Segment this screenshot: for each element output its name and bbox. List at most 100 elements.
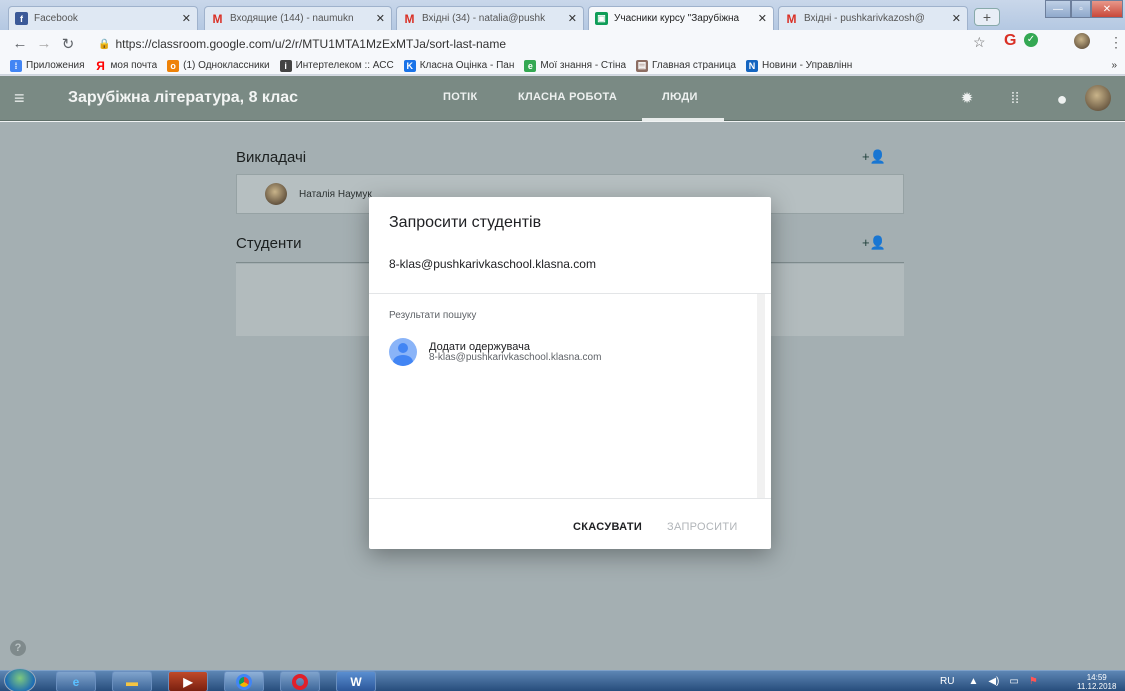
media-player-icon[interactable]: ▶ <box>168 671 208 691</box>
tab-inbox-3[interactable]: M Вхідні - pushkarivkazosh@ ✕ <box>778 6 968 30</box>
invite-email-input[interactable]: 8-klas@pushkarivkaschool.klasna.com <box>389 257 596 271</box>
ie-icon[interactable]: e <box>56 671 96 691</box>
language-indicator[interactable]: RU <box>940 676 954 687</box>
user-avatar[interactable] <box>1085 85 1111 111</box>
network-icon[interactable]: ▭ <box>1009 676 1018 687</box>
windows-taskbar: e ▬ ▶ W RU ▲ ◀) ▭ ⚑ 14:59 11.12.2018 <box>0 668 1125 691</box>
bookmark-moi-znannya[interactable]: e Мої знання - Стіна <box>524 59 627 72</box>
bookmark-apps[interactable]: ⁞ Приложения <box>10 59 85 72</box>
results-scrollbar[interactable] <box>757 294 765 498</box>
invite-students-dialog: Запросити студентів 8-klas@pushkarivkasc… <box>369 197 771 549</box>
recipient-name: Додати одержувача <box>429 340 530 353</box>
tab-classroom-members[interactable]: ▣ Учасники курсу "Зарубіжна ✕ <box>588 6 774 30</box>
course-title[interactable]: Зарубіжна література, 8 клас <box>68 89 298 107</box>
close-tab-icon[interactable]: ✕ <box>182 12 191 25</box>
cancel-button[interactable]: СКАСУВАТИ <box>573 521 642 533</box>
bookmark-news[interactable]: N Новини - Управлінн <box>746 59 853 72</box>
close-tab-icon[interactable]: ✕ <box>568 12 577 25</box>
system-tray: RU ▲ ◀) ▭ ⚑ <box>940 671 1038 691</box>
bookmark-label: моя почта <box>110 60 158 71</box>
students-heading: Студенти <box>236 235 302 252</box>
bookmark-yandex[interactable]: Ямоя почта <box>95 60 158 72</box>
tray-expand-icon[interactable]: ▲ <box>968 676 978 687</box>
tab-people[interactable]: ЛЮДИ <box>662 91 698 103</box>
address-bar[interactable]: 🔒 https://classroom.google.com/u/2/r/MTU… <box>98 34 1008 54</box>
tab-facebook[interactable]: f Facebook ✕ <box>8 6 198 30</box>
tab-inbox-1[interactable]: M Входящие (144) - naumukn ✕ <box>204 6 392 30</box>
recipient-email: 8-klas@pushkarivkaschool.klasna.com <box>429 351 602 363</box>
dialog-title: Запросити студентів <box>389 214 542 231</box>
bookmark-star-icon[interactable]: ☆ <box>973 34 986 51</box>
bookmark-label: Новини - Управлінн <box>762 60 853 71</box>
facebook-icon: f <box>15 12 28 25</box>
maximize-button[interactable]: ▫ <box>1071 0 1091 18</box>
apps-grid-icon: ⁞ <box>10 59 22 72</box>
close-window-button[interactable]: ✕ <box>1091 0 1123 18</box>
tab-title: Вхідні (34) - natalia@pushk <box>422 13 546 24</box>
bookmark-intertelecom[interactable]: i Интертелеком :: АСС <box>279 59 394 72</box>
reload-icon[interactable]: ↻ <box>56 35 80 53</box>
bookmark-label: Главная страница <box>652 60 736 71</box>
bookmark-label: (1) Одноклассники <box>183 60 270 71</box>
action-center-flag-icon[interactable]: ⚑ <box>1029 676 1038 687</box>
start-button[interactable] <box>4 668 36 691</box>
moi-znannya-icon: e <box>524 59 537 72</box>
odnoklassniki-icon: o <box>167 59 180 72</box>
browser-menu-icon[interactable]: ⋮ <box>1109 34 1123 51</box>
account-circle-icon[interactable]: ● <box>1051 88 1073 110</box>
close-tab-icon[interactable]: ✕ <box>952 12 961 25</box>
add-recipient-option[interactable]: Додати одержувача 8-klas@pushkarivkascho… <box>389 336 749 368</box>
bookmarks-overflow-icon[interactable]: » <box>1111 60 1117 71</box>
bookmark-label: Мої знання - Стіна <box>540 60 627 71</box>
clock-date: 11.12.2018 <box>1077 682 1117 691</box>
word-icon[interactable]: W <box>336 671 376 691</box>
bookmark-label: Интертелеком :: АСС <box>295 60 394 71</box>
active-tab-indicator <box>642 118 724 121</box>
teacher-name: Наталія Наумук <box>299 188 372 200</box>
app-header: ≡ Зарубіжна література, 8 клас ПОТІК КЛА… <box>0 76 1125 121</box>
book-icon: ▤ <box>636 59 649 72</box>
check-extension-icon[interactable]: ✓ <box>1024 33 1038 47</box>
bookmark-odnoklassniki[interactable]: o (1) Одноклассники <box>167 59 270 72</box>
back-icon[interactable]: ← <box>8 35 32 52</box>
bookmark-label: Приложения <box>26 60 85 71</box>
teacher-avatar <box>265 183 287 205</box>
teachers-heading: Викладачі <box>236 149 307 166</box>
system-clock[interactable]: 14:59 11.12.2018 <box>1077 673 1116 691</box>
search-results-panel: Результати пошуку Додати одержувача 8-kl… <box>369 294 771 498</box>
forward-icon[interactable]: → <box>32 35 56 52</box>
minimize-button[interactable]: — <box>1045 0 1071 18</box>
opera-icon[interactable] <box>280 671 320 691</box>
close-tab-icon[interactable]: ✕ <box>376 12 385 25</box>
search-results-label: Результати пошуку <box>389 310 477 321</box>
add-teacher-icon[interactable]: +👤 <box>862 149 886 165</box>
tab-stream[interactable]: ПОТІК <box>443 91 477 103</box>
browser-toolbar: ← → ↻ 🔒 https://classroom.google.com/u/2… <box>0 30 1125 57</box>
tab-title: Учасники курсу "Зарубіжна <box>614 13 740 24</box>
tab-classwork[interactable]: КЛАСНА РОБОТА <box>518 91 617 103</box>
tab-inbox-2[interactable]: M Вхідні (34) - natalia@pushk ✕ <box>396 6 584 30</box>
close-tab-icon[interactable]: ✕ <box>758 12 767 25</box>
bookmark-label: Класна Оцінка - Пан <box>419 60 515 71</box>
news-icon: N <box>746 59 758 72</box>
clock-time: 14:59 <box>1086 673 1107 682</box>
add-student-icon[interactable]: +👤 <box>862 235 886 251</box>
gmail-icon: M <box>786 11 797 26</box>
help-icon[interactable]: ? <box>10 640 26 656</box>
settings-gear-icon[interactable]: ✹ <box>956 88 978 110</box>
chrome-icon[interactable] <box>224 671 264 691</box>
intertelecom-icon: i <box>279 59 292 72</box>
hamburger-menu-icon[interactable]: ≡ <box>14 89 32 107</box>
invite-button[interactable]: ЗАПРОСИТИ <box>667 521 738 533</box>
apps-grid-icon[interactable]: ⁞⁞ <box>1004 88 1026 110</box>
bookmark-klasna[interactable]: K Класна Оцінка - Пан <box>403 59 515 72</box>
new-tab-button[interactable]: + <box>974 8 1000 26</box>
extension-icon[interactable]: G <box>1004 32 1016 50</box>
profile-avatar-icon[interactable] <box>1074 33 1090 49</box>
gmail-icon: M <box>404 11 415 26</box>
tab-title: Входящие (144) - naumukn <box>230 13 354 24</box>
browser-tab-strip: f Facebook ✕ M Входящие (144) - naumukn … <box>0 0 1125 30</box>
bookmark-main-page[interactable]: ▤ Главная страница <box>636 59 736 72</box>
volume-icon[interactable]: ◀) <box>988 676 999 687</box>
explorer-icon[interactable]: ▬ <box>112 671 152 691</box>
